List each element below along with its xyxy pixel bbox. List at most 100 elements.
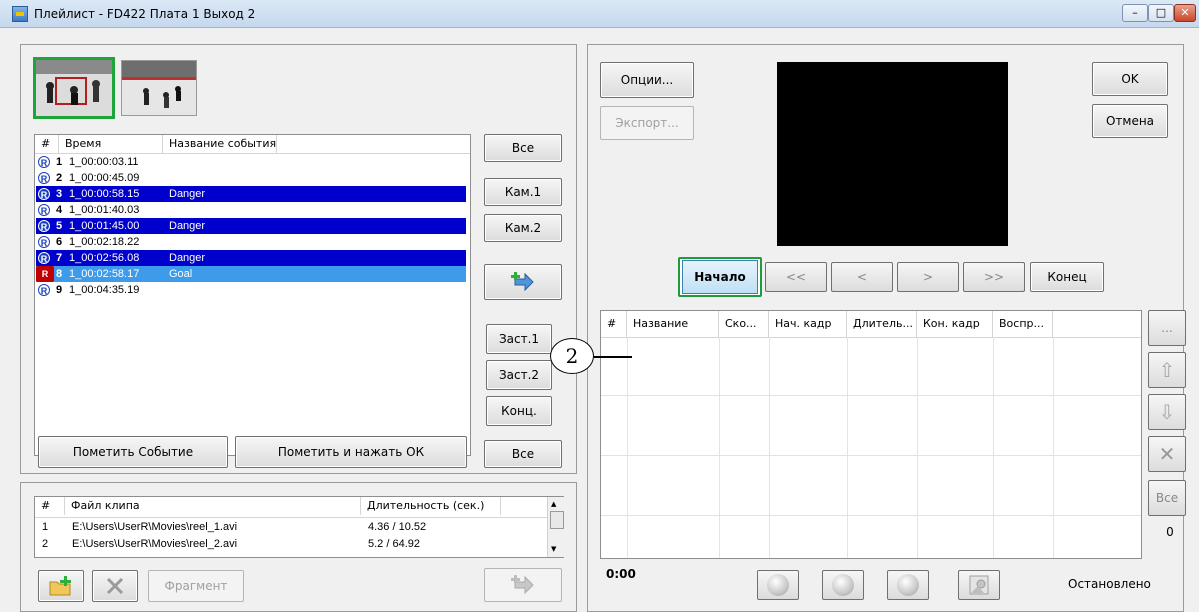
event-name: Goal [169,268,193,280]
pl-col-name[interactable]: Название [627,311,719,337]
event-type-icon: R [38,204,50,216]
step-back-button[interactable]: < [831,262,893,292]
fragment-button[interactable]: Фрагмент [148,570,244,602]
event-type-icon: R [36,266,54,282]
scroll-down-icon[interactable]: ▼ [551,545,556,553]
clip-files-list[interactable]: # Файл клипа Длительность (сек.) 1 E:\Use… [34,496,564,558]
event-row[interactable]: R 4 1_00:01:40.03 [36,202,466,218]
move-down-button[interactable]: ⇩ [1148,394,1186,430]
snapshot-button[interactable] [958,570,1000,600]
ok-button[interactable]: OK [1092,62,1168,96]
events-list[interactable]: # Время Название события R 1 1_00:00:03.11… [34,134,471,456]
select-all-button[interactable]: Все [1148,480,1186,516]
event-row[interactable]: R 1 1_00:00:03.11 [36,154,466,170]
minimize-button[interactable]: – [1122,4,1148,22]
event-row[interactable]: R 3 1_00:00:58.15 Danger [36,186,466,202]
move-up-button[interactable]: ⇧ [1148,352,1186,388]
files-scrollbar[interactable]: ▲ ▼ [547,497,564,557]
pl-col-num[interactable]: # [601,311,627,337]
close-button[interactable]: ✕ [1174,4,1196,22]
event-time: 1_00:04:35.19 [69,284,140,296]
add-to-playlist-disabled-icon [511,575,534,595]
window-title-bar: Плейлист - FD422 Плата 1 Выход 2 – □ ✕ [0,0,1199,28]
camera-thumbnail-1[interactable] [33,57,115,119]
file-duration: 4.36 / 10.52 [368,521,427,533]
end-button[interactable]: Конец [1030,262,1104,292]
event-type-icon: R [38,188,50,200]
pl-col-start-frame[interactable]: Нач. кадр [769,311,847,337]
event-type-icon: R [38,156,50,168]
record-disc-icon [832,574,854,596]
konc-button[interactable]: Конц. [486,396,552,426]
file-row[interactable]: 1 E:\Users\UserR\Movies\reel_1.avi 4.36 / … [36,519,546,535]
file-path: E:\Users\UserR\Movies\reel_1.avi [72,521,238,533]
all-bottom-button[interactable]: Все [484,440,562,468]
pl-col-duration[interactable]: Длитель... [847,311,917,337]
window-title: Плейлист - FD422 Плата 1 Выход 2 [34,7,256,21]
play-round-button[interactable] [757,570,799,600]
remove-file-button[interactable] [92,570,138,602]
event-time: 1_00:01:45.00 [69,220,140,232]
file-path: E:\Users\UserR\Movies\reel_2.avi [72,538,238,550]
camera-1-button[interactable]: Кам.1 [484,178,562,206]
record-round-button[interactable] [822,570,864,600]
event-num: 3 [56,188,63,200]
event-time: 1_00:02:58.17 [69,268,140,280]
stop-round-button[interactable] [887,570,929,600]
event-row[interactable]: R 9 1_00:04:35.19 [36,282,466,298]
options-button[interactable]: Опции... [600,62,694,98]
forward-fast-button[interactable]: >> [963,262,1025,292]
pl-col-end-frame[interactable]: Кон. кадр [917,311,993,337]
add-file-button[interactable] [38,570,84,602]
delete-item-button[interactable]: ✕ [1148,436,1186,472]
mark-and-ok-button[interactable]: Пометить и нажать ОК [235,436,467,468]
event-time: 1_00:00:03.11 [69,156,139,168]
event-name: Danger [169,220,206,232]
event-row[interactable]: R 6 1_00:02:18.22 [36,234,466,250]
col-header-event-name[interactable]: Название события [163,135,277,153]
col-header-num[interactable]: # [35,135,59,153]
event-num: 2 [56,172,63,184]
event-row[interactable]: R 7 1_00:02:56.08 Danger [36,250,466,266]
add-to-playlist-button[interactable] [484,264,562,300]
rewind-fast-button[interactable]: << [765,262,827,292]
video-preview [777,62,1008,246]
event-row[interactable]: R 8 1_00:02:58.17 Goal [36,266,466,282]
event-num: 6 [56,236,63,248]
pl-col-speed[interactable]: Ско... [719,311,769,337]
add-fragment-button[interactable] [484,568,562,602]
cancel-button[interactable]: Отмена [1092,104,1168,138]
hockey-thumbnail-2 [122,61,196,115]
export-button[interactable]: Экспорт... [600,106,694,140]
start-button[interactable]: Начало [678,257,762,297]
file-col-duration[interactable]: Длительность (сек.) [361,497,501,515]
col-header-time[interactable]: Время [59,135,163,153]
stop-disc-icon [897,574,919,596]
event-type-icon: R [38,172,50,184]
maximize-button[interactable]: □ [1148,4,1174,22]
event-name: Danger [169,188,206,200]
zast2-button[interactable]: Заст.2 [486,360,552,390]
file-col-name[interactable]: Файл клипа [65,497,361,515]
browse-button[interactable]: ... [1148,310,1186,346]
file-col-num[interactable]: # [35,497,65,515]
event-num: 7 [56,252,63,264]
camera-2-button[interactable]: Кам.2 [484,214,562,242]
file-row[interactable]: 2 E:\Users\UserR\Movies\reel_2.avi 5.2 / 6… [36,536,546,552]
event-row[interactable]: R 5 1_00:01:45.00 Danger [36,218,466,234]
event-row[interactable]: R 2 1_00:00:45.09 [36,170,466,186]
play-disc-icon [767,574,789,596]
all-cameras-button[interactable]: Все [484,134,562,162]
event-num: 8 [56,268,63,280]
callout-line [594,356,632,358]
step-forward-button[interactable]: > [897,262,959,292]
zast1-button[interactable]: Заст.1 [486,324,552,354]
camera-thumbnail-2[interactable] [121,60,197,116]
mark-event-button[interactable]: Пометить Событие [38,436,228,468]
playlist-table[interactable]: # Название Ско... Нач. кадр Длитель... К… [600,310,1142,559]
pl-col-play[interactable]: Воспр... [993,311,1053,337]
scroll-up-icon[interactable]: ▲ [551,500,556,508]
event-time: 1_00:02:56.08 [69,252,140,264]
event-name: Danger [169,252,206,264]
scroll-thumb[interactable] [550,511,564,529]
